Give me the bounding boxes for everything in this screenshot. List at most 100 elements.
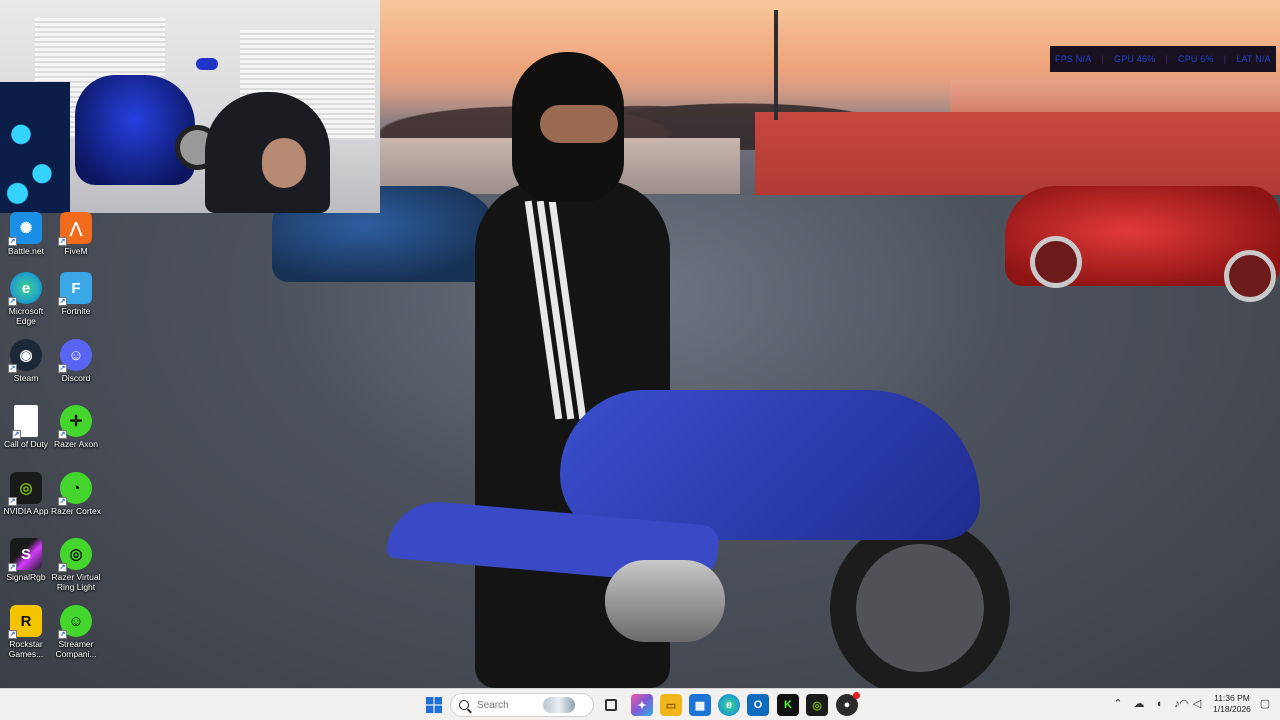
desktop-icon-label: Steam bbox=[13, 373, 39, 383]
tray-overflow-button[interactable]: ⌃ bbox=[1111, 696, 1125, 712]
desktop-icon-label: Call of Duty bbox=[4, 439, 48, 449]
edge-icon: e ↗ bbox=[8, 272, 42, 306]
razer-ring-light-icon: ◎ ↗ bbox=[58, 538, 92, 572]
overlay-separator: | bbox=[1165, 54, 1168, 64]
rockstar-icon: R ↗ bbox=[8, 605, 42, 639]
wallpaper-car-wheel bbox=[1224, 250, 1276, 302]
outlook-icon: O bbox=[753, 699, 763, 711]
nvidia-taskbar-button[interactable]: ◎ bbox=[806, 694, 828, 716]
fivem-icon: ⋀ ↗ bbox=[58, 212, 92, 246]
desktop-icon-label: Razer Axon bbox=[54, 439, 98, 449]
desktop-icon-razer-cortex[interactable]: ◔ ↗ Razer Cortex bbox=[50, 472, 102, 516]
start-icon bbox=[426, 697, 442, 713]
notifications-button[interactable]: ▢ bbox=[1258, 696, 1272, 712]
task-view-icon bbox=[605, 699, 617, 711]
wifi-icon: ◠ bbox=[1179, 698, 1189, 710]
webcam-streamer-face bbox=[262, 138, 306, 188]
overlay-separator: | bbox=[1101, 54, 1104, 64]
taskbar: ✦ ▭ ▦ e O K ◎ ● ⌃ ☁ ◖ ♪ ◠ ◁ 11:36 PM 1/1… bbox=[0, 688, 1280, 720]
store-button[interactable]: ▦ bbox=[689, 694, 711, 716]
discord-icon: ☺ ↗ bbox=[58, 339, 92, 373]
desktop-icon-label: Battle.net bbox=[8, 246, 44, 256]
signalrgb-icon: S ↗ bbox=[8, 538, 42, 572]
wallpaper-light-pole bbox=[774, 10, 778, 120]
document-icon: ↗ bbox=[12, 405, 38, 439]
desktop-icon-label: Fortnite bbox=[61, 306, 91, 316]
webcam-pc-case bbox=[0, 82, 70, 213]
overlay-gpu: GPU 46% bbox=[1114, 54, 1156, 64]
desktop-icon-streamer-companion[interactable]: ☺ ↗ Streamer Compani... bbox=[50, 605, 102, 659]
desktop-icon-label: FiveM bbox=[64, 246, 88, 256]
copilot-button[interactable]: ✦ bbox=[631, 694, 653, 716]
webcam-overlay bbox=[0, 0, 380, 213]
chevron-up-icon: ⌃ bbox=[1113, 698, 1123, 710]
overlay-fps: FPS N/A bbox=[1055, 54, 1092, 64]
desktop-icon-discord[interactable]: ☺ ↗ Discord bbox=[50, 339, 102, 383]
outlook-button[interactable]: O bbox=[747, 694, 769, 716]
desktop-icon-battlenet[interactable]: ✺ ↗ Battle.net bbox=[0, 212, 52, 256]
streamer-companion-icon: ☺ ↗ bbox=[58, 605, 92, 639]
task-view-button[interactable] bbox=[600, 694, 622, 716]
desktop-icon-steam[interactable]: ◉ ↗ Steam bbox=[0, 339, 52, 383]
recording-indicator-icon bbox=[853, 692, 860, 699]
nvidia-icon: ◎ ↗ bbox=[8, 472, 42, 506]
overlay-separator: | bbox=[1223, 54, 1227, 64]
file-explorer-button[interactable]: ▭ bbox=[660, 694, 682, 716]
search-icon bbox=[459, 700, 469, 710]
desktop-icon-label: Discord bbox=[61, 373, 91, 383]
kick-button[interactable]: K bbox=[777, 694, 799, 716]
tray-network-button[interactable]: ◠ bbox=[1177, 696, 1191, 712]
desktop-icon-razer-ring-light[interactable]: ◎ ↗ Razer Virtual Ring Light bbox=[50, 538, 102, 592]
desktop-icon-nvidia-app[interactable]: ◎ ↗ NVIDIA App bbox=[0, 472, 52, 516]
bell-icon: ▢ bbox=[1259, 698, 1271, 710]
nvidia-icon: ◎ bbox=[812, 699, 822, 712]
kick-icon: K bbox=[784, 699, 792, 711]
razer-cortex-icon: ◔ ↗ bbox=[58, 472, 92, 506]
desktop-icon-label: Rockstar Games... bbox=[8, 639, 44, 659]
copilot-icon: ✦ bbox=[637, 699, 647, 712]
overlay-latency: LAT N/A bbox=[1236, 54, 1271, 64]
desktop-icon-label: Razer Virtual Ring Light bbox=[51, 572, 101, 592]
desktop-icon-razer-axon[interactable]: ✛ ↗ Razer Axon bbox=[50, 405, 102, 449]
fortnite-icon: F ↗ bbox=[58, 272, 92, 306]
desktop-icon-fivem[interactable]: ⋀ ↗ FiveM bbox=[50, 212, 102, 256]
tray-volume-mixer-button[interactable]: ◖ bbox=[1152, 696, 1166, 712]
edge-taskbar-button[interactable]: e bbox=[718, 694, 740, 716]
taskbar-search[interactable] bbox=[450, 693, 594, 717]
desktop-icon-label: Razer Cortex bbox=[50, 506, 102, 516]
tray-cloud-button[interactable]: ☁ bbox=[1132, 696, 1146, 712]
clock-date: 1/18/2026 bbox=[1213, 704, 1251, 714]
desktop-icon-call-of-duty[interactable]: ↗ Call of Duty bbox=[0, 405, 52, 449]
wallpaper-building-red bbox=[755, 112, 1280, 197]
desktop-icon-edge[interactable]: e ↗ Microsoft Edge bbox=[0, 272, 52, 326]
cloud-icon: ☁ bbox=[1133, 698, 1145, 710]
speaker-icon: ◁ bbox=[1192, 698, 1202, 710]
search-input[interactable] bbox=[477, 699, 541, 711]
razer-axon-icon: ✛ ↗ bbox=[58, 405, 92, 439]
desktop-icon-label: NVIDIA App bbox=[3, 506, 49, 516]
tray-speaker-button[interactable]: ◁ bbox=[1190, 696, 1204, 712]
desktop-icon-fortnite[interactable]: F ↗ Fortnite bbox=[50, 272, 102, 316]
search-highlight-icon bbox=[543, 697, 575, 713]
volume-icon: ◖ bbox=[1155, 698, 1163, 710]
overlay-cpu: CPU 6% bbox=[1178, 54, 1214, 64]
steam-icon: ◉ ↗ bbox=[8, 339, 42, 373]
battlenet-icon: ✺ ↗ bbox=[8, 212, 42, 246]
taskbar-clock[interactable]: 11:36 PM 1/18/2026 bbox=[1206, 693, 1258, 715]
desktop-icon-label: Microsoft Edge bbox=[8, 306, 44, 326]
desktop-icon-signalrgb[interactable]: S ↗ SignalRgb bbox=[0, 538, 52, 582]
webcam-bike bbox=[75, 75, 195, 185]
desktop-icon-label: SignalRgb bbox=[6, 572, 46, 582]
wallpaper-bike-tire bbox=[830, 518, 1010, 688]
obs-icon: ● bbox=[843, 699, 851, 711]
edge-icon: e bbox=[725, 699, 733, 711]
wallpaper-rider-face bbox=[540, 105, 618, 143]
store-icon: ▦ bbox=[694, 699, 706, 712]
performance-overlay: FPS N/A | GPU 46% | CPU 6% | LAT N/A bbox=[1050, 46, 1276, 72]
wallpaper-car-wheel bbox=[1030, 236, 1082, 288]
start-button[interactable] bbox=[423, 694, 445, 716]
obs-button[interactable]: ● bbox=[836, 692, 860, 716]
desktop-icon-label: Streamer Compani... bbox=[55, 639, 97, 659]
clock-time: 11:36 PM bbox=[1214, 693, 1250, 703]
desktop-icon-rockstar[interactable]: R ↗ Rockstar Games... bbox=[0, 605, 52, 659]
